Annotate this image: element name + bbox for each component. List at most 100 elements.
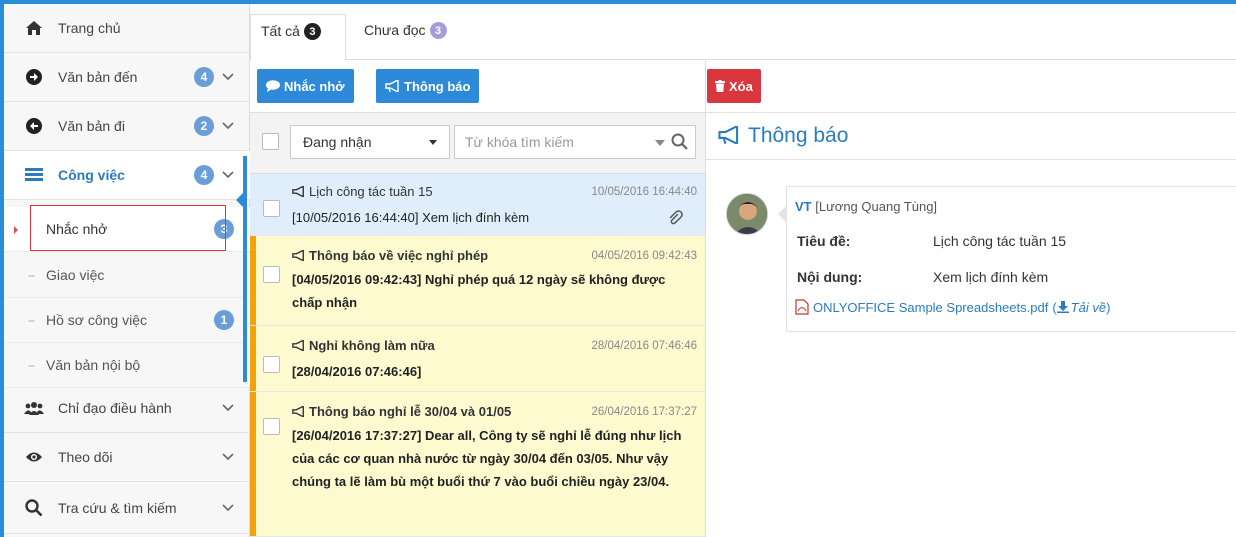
message-body: [04/05/2016 09:42:43] Nghỉ phép quá 12 n… xyxy=(292,272,666,310)
sidebar-subitem-task-records[interactable]: -- Hồ sơ công việc 1 xyxy=(4,298,250,343)
message-title: Lịch công tác tuần 15 xyxy=(292,184,433,199)
sidebar-item-label: Trang chủ xyxy=(58,20,121,36)
message-item[interactable]: Lịch công tác tuần 15 10/05/2016 16:44:4… xyxy=(250,174,705,236)
author-line: VT [Lương Quang Tùng] xyxy=(795,199,937,214)
message-list-panel: Nhắc nhở Thông báo Đang nhận Lịch công t… xyxy=(250,60,705,537)
comment-icon xyxy=(266,80,280,92)
sidebar-item-home[interactable]: Trang chủ xyxy=(4,4,250,53)
message-time: 10/05/2016 16:44:40 xyxy=(591,186,697,198)
unread-stripe xyxy=(250,392,256,536)
count-badge: 1 xyxy=(214,310,234,330)
tree-connector: -- xyxy=(28,313,35,327)
tab-label: Tất cả xyxy=(261,23,300,39)
author-full: [Lương Quang Tùng] xyxy=(815,199,938,214)
download-link[interactable]: Tải về xyxy=(1071,300,1106,315)
delete-button-label: Xóa xyxy=(729,78,753,94)
sidebar-subitem-label: Nhắc nhở xyxy=(46,221,108,237)
detail-toolbar: Xóa xyxy=(706,60,1236,112)
pdf-file-icon xyxy=(795,299,809,315)
message-item[interactable]: Thông báo nghỉ lễ 30/04 và 01/05 26/04/2… xyxy=(250,392,705,537)
caret-down-icon[interactable] xyxy=(655,140,665,146)
bullhorn-icon xyxy=(292,186,305,197)
chevron-down-icon[interactable] xyxy=(220,73,236,81)
content-label: Nội dung: xyxy=(797,269,863,285)
sidebar-subitem-internal-docs[interactable]: -- Văn bản nội bộ xyxy=(4,343,250,388)
message-title-text: Thông báo nghỉ lễ 30/04 và 01/05 xyxy=(309,404,512,419)
paperclip-icon xyxy=(667,210,683,229)
sidebar-item-label: Tra cứu & tìm kiếm xyxy=(58,499,177,516)
tab-bar: Tất cả 3 Chưa đọc 3 xyxy=(250,4,1236,61)
unread-stripe xyxy=(250,326,256,391)
filter-bar: Đang nhận xyxy=(250,112,705,174)
unread-stripe xyxy=(250,236,256,325)
tab-count-badge: 3 xyxy=(303,23,321,40)
download-icon xyxy=(1056,301,1069,313)
status-select-value: Đang nhận xyxy=(303,134,372,150)
sidebar-item-direction[interactable]: Chỉ đạo điều hành xyxy=(4,384,250,433)
attachment-name: ONLYOFFICE Sample Spreadsheets.pdf xyxy=(813,299,1049,315)
bullhorn-icon xyxy=(718,124,740,147)
sidebar-subitem-label: Văn bản nội bộ xyxy=(46,357,141,373)
sidebar-subitem-label: Giao việc xyxy=(46,267,105,283)
avatar xyxy=(726,193,768,235)
sidebar: Trang chủ Văn bản đến 4 Văn bản đi 2 Côn… xyxy=(4,4,250,537)
chevron-down-icon[interactable] xyxy=(220,122,236,130)
tab-unread[interactable]: Chưa đọc 3 xyxy=(364,14,447,56)
sidebar-subitem-assign[interactable]: -- Giao việc xyxy=(4,253,250,298)
message-item[interactable]: Thông báo về việc nghỉ phép 04/05/2016 0… xyxy=(250,236,705,326)
delete-button[interactable]: Xóa xyxy=(707,69,761,103)
sidebar-item-tasks[interactable]: Công việc 4 xyxy=(4,151,250,200)
message-checkbox[interactable] xyxy=(263,418,280,435)
message-title-text: Thông báo về việc nghỉ phép xyxy=(309,248,489,263)
eye-icon xyxy=(24,451,44,463)
tab-all[interactable]: Tất cả 3 xyxy=(250,14,346,61)
message-checkbox[interactable] xyxy=(263,200,280,217)
sidebar-item-watch[interactable]: Theo dõi xyxy=(4,433,250,482)
message-body: [10/05/2016 16:44:40] Xem lịch đính kèm xyxy=(292,210,530,225)
trash-icon xyxy=(715,80,725,92)
message-title: Thông báo nghỉ lễ 30/04 và 01/05 xyxy=(292,404,511,419)
remind-button[interactable]: Nhắc nhở xyxy=(257,69,354,103)
message-time: 04/05/2016 09:42:43 xyxy=(591,250,697,262)
message-title: Thông báo về việc nghỉ phép xyxy=(292,248,488,263)
notify-button[interactable]: Thông báo xyxy=(376,69,480,103)
status-select[interactable]: Đang nhận xyxy=(290,125,450,159)
count-badge: 4 xyxy=(194,165,214,185)
search-box xyxy=(454,125,696,159)
sidebar-item-outgoing-docs[interactable]: Văn bản đi 2 xyxy=(4,102,250,151)
subject-label: Tiêu đề: xyxy=(797,233,851,249)
bullhorn-icon xyxy=(292,406,305,417)
message-item[interactable]: Nghỉ không làm nữa 28/04/2016 07:46:46 [… xyxy=(250,326,705,392)
active-section-pointer xyxy=(236,190,246,210)
remind-button-label: Nhắc nhở xyxy=(284,78,345,94)
search-icon[interactable] xyxy=(671,133,689,154)
search-icon xyxy=(24,498,44,517)
message-checkbox[interactable] xyxy=(263,266,280,283)
sidebar-subitem-reminders[interactable]: Nhắc nhở 3 xyxy=(4,207,250,252)
search-input[interactable] xyxy=(465,134,635,150)
bullhorn-icon xyxy=(385,80,400,92)
chevron-down-icon[interactable] xyxy=(220,404,236,412)
tree-connector: -- xyxy=(28,268,35,282)
author-short: VT xyxy=(795,199,812,214)
tab-label: Chưa đọc xyxy=(364,22,426,38)
attachment-link[interactable]: ONLYOFFICE Sample Spreadsheets.pdf ( Tải… xyxy=(795,299,1110,315)
message-checkbox[interactable] xyxy=(263,356,280,373)
chevron-down-icon[interactable] xyxy=(220,171,236,179)
message-time: 28/04/2016 07:46:46 xyxy=(591,340,697,352)
home-icon xyxy=(24,20,44,36)
arrow-circle-left-icon xyxy=(24,118,44,134)
sidebar-subitem-label: Hồ sơ công việc xyxy=(46,312,148,328)
select-all-checkbox[interactable] xyxy=(262,133,279,150)
tab-count-badge: 3 xyxy=(429,22,447,39)
tree-connector: -- xyxy=(28,358,35,372)
sidebar-item-label: Chỉ đạo điều hành xyxy=(58,400,172,416)
sidebar-item-label: Văn bản đến xyxy=(58,69,138,85)
sidebar-item-incoming-docs[interactable]: Văn bản đến 4 xyxy=(4,53,250,102)
chevron-down-icon[interactable] xyxy=(220,453,236,461)
caret-right-icon xyxy=(14,226,18,234)
users-icon xyxy=(24,401,44,415)
chevron-down-icon[interactable] xyxy=(220,503,236,512)
sidebar-item-search[interactable]: Tra cứu & tìm kiếm xyxy=(4,482,250,534)
card-pointer xyxy=(778,206,786,222)
